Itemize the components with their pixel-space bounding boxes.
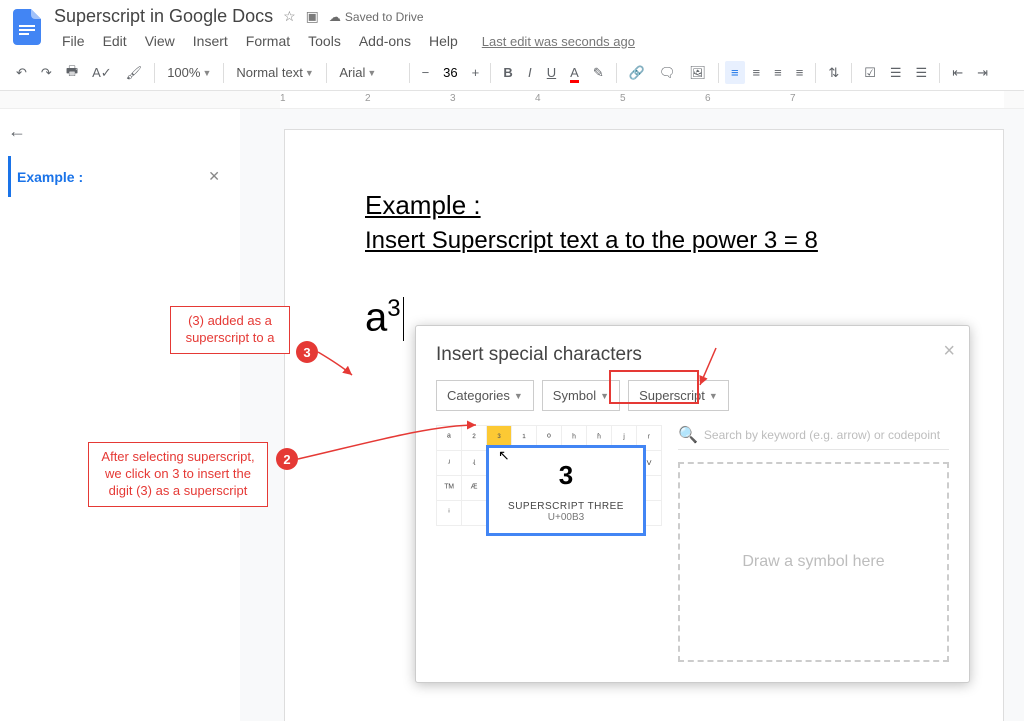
text-color-icon[interactable]: A — [564, 61, 585, 84]
menu-bar: File Edit View Insert Format Tools Add-o… — [54, 29, 1014, 53]
decrease-size-button[interactable]: − — [416, 65, 434, 80]
bold-icon[interactable]: B — [497, 61, 518, 84]
search-icon: 🔍 — [678, 425, 698, 445]
align-left-icon[interactable]: ≡ — [725, 61, 745, 84]
underline-icon[interactable]: U — [541, 61, 562, 84]
decrease-indent-icon[interactable]: ⇤ — [946, 61, 969, 85]
menu-format[interactable]: Format — [238, 29, 298, 53]
docs-logo[interactable] — [8, 8, 46, 46]
undo-icon[interactable]: ↶ — [10, 61, 33, 85]
outline-remove-icon[interactable]: ✕ — [202, 166, 226, 187]
font-select[interactable]: Arial▼ — [333, 63, 403, 82]
filter-symbol[interactable]: Symbol▼ — [542, 380, 620, 411]
align-justify-icon[interactable]: ≡ — [790, 61, 810, 84]
outline-panel: ← Example : ✕ — [0, 109, 240, 721]
char-cell[interactable] — [462, 501, 487, 526]
numbered-list-icon[interactable]: ☰ — [910, 61, 934, 85]
comment-icon[interactable]: 🗨 — [653, 61, 682, 85]
outline-back-icon[interactable]: ← — [8, 121, 232, 142]
char-cell[interactable]: ᴭ — [462, 476, 487, 501]
char-cell[interactable]: ⁱ — [437, 501, 462, 526]
spellcheck-icon[interactable]: A✓ — [86, 61, 118, 85]
star-icon[interactable]: ☆ — [283, 8, 296, 25]
char-search-input[interactable] — [704, 428, 949, 442]
menu-help[interactable]: Help — [421, 29, 466, 53]
menu-tools[interactable]: Tools — [300, 29, 349, 53]
menu-insert[interactable]: Insert — [185, 29, 236, 53]
annotation-badge-3: 3 — [296, 341, 318, 363]
link-icon[interactable]: 🔗 — [623, 61, 651, 85]
special-chars-popup: Insert special characters × Categories▼ … — [415, 325, 970, 683]
bulleted-list-icon[interactable]: ☰ — [884, 61, 908, 85]
saved-label: Saved to Drive — [345, 10, 424, 24]
menu-file[interactable]: File — [54, 29, 93, 53]
print-icon[interactable]: 🖶 — [60, 58, 84, 88]
image-icon[interactable]: 🖼 — [683, 61, 712, 85]
menu-addons[interactable]: Add-ons — [351, 29, 419, 53]
popup-close-icon[interactable]: × — [943, 340, 955, 363]
cursor-icon: ↖ — [498, 447, 510, 464]
line-spacing-icon[interactable]: ⇅ — [822, 61, 845, 85]
char-search[interactable]: 🔍 — [678, 425, 949, 450]
char-cell[interactable]: ʴ — [437, 451, 462, 476]
text-cursor — [403, 297, 404, 341]
draw-symbol-box[interactable]: Draw a symbol here — [678, 462, 949, 662]
italic-icon[interactable]: I — [521, 61, 539, 84]
font-size-input[interactable] — [434, 65, 466, 80]
char-cell[interactable]: ᵀᴹ — [437, 476, 462, 501]
expression-a3: a3 — [365, 295, 401, 340]
filter-superscript[interactable]: Superscript▼ — [628, 380, 729, 411]
increase-indent-icon[interactable]: ⇥ — [971, 61, 994, 85]
popup-title: Insert special characters — [436, 344, 949, 366]
menu-edit[interactable]: Edit — [95, 29, 135, 53]
char-cell[interactable]: ʵ — [462, 451, 487, 476]
char-tooltip: 3 SUPERSCRIPT THREE U+00B3 — [486, 445, 646, 536]
outline-item[interactable]: Example : ✕ — [8, 156, 232, 197]
char-cell[interactable]: ª — [437, 426, 462, 451]
draw-hint: Draw a symbol here — [742, 553, 884, 571]
toolbar: ↶ ↷ 🖶 A✓ 🖌 100%▼ Normal text▼ Arial▼ − +… — [0, 55, 1024, 91]
doc-title[interactable]: Superscript in Google Docs — [54, 6, 273, 27]
menu-view[interactable]: View — [137, 29, 183, 53]
style-select[interactable]: Normal text▼ — [230, 63, 320, 82]
paint-format-icon[interactable]: 🖌 — [120, 61, 149, 85]
ruler: 1 2 3 4 5 6 7 — [0, 91, 1024, 109]
save-status: ☁ Saved to Drive — [329, 10, 424, 24]
cloud-icon: ☁ — [329, 10, 341, 24]
increase-size-button[interactable]: + — [466, 65, 484, 80]
redo-icon[interactable]: ↷ — [35, 61, 58, 85]
outline-item-label: Example : — [17, 169, 83, 185]
checklist-icon[interactable]: ☑ — [858, 61, 882, 85]
heading-sub: Insert Superscript text a to the power 3… — [365, 227, 923, 255]
heading-example: Example : — [365, 190, 923, 221]
zoom-select[interactable]: 100%▼ — [161, 63, 217, 82]
highlight-icon[interactable]: ✎ — [587, 61, 610, 85]
app-header: Superscript in Google Docs ☆ ▣ ☁ Saved t… — [0, 0, 1024, 55]
annotation-badge-2: 2 — [276, 448, 298, 470]
filter-categories[interactable]: Categories▼ — [436, 380, 534, 411]
char-cell[interactable]: ² — [462, 426, 487, 451]
last-edit-link[interactable]: Last edit was seconds ago — [474, 30, 643, 53]
align-center-icon[interactable]: ≡ — [747, 61, 767, 84]
align-right-icon[interactable]: ≡ — [768, 61, 788, 84]
move-icon[interactable]: ▣ — [306, 8, 319, 25]
font-size-stepper[interactable]: − + — [416, 65, 484, 80]
